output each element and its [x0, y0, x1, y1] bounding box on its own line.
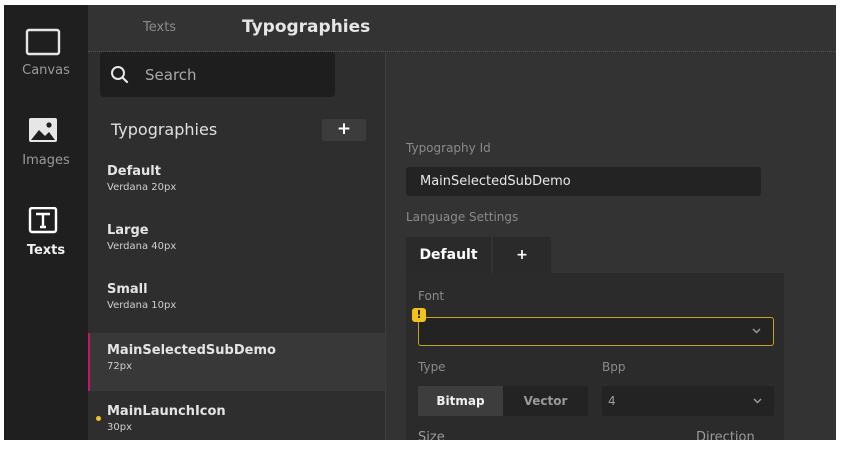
list-item-sub: 72px — [107, 361, 132, 372]
search-icon — [111, 66, 129, 84]
bpp-select[interactable]: 4 — [602, 386, 774, 416]
font-label: Font — [418, 289, 445, 303]
type-segmented-control: Bitmap Vector — [418, 386, 588, 416]
tab-texts[interactable]: Texts — [143, 20, 176, 35]
rail-label-canvas: Canvas — [22, 63, 70, 78]
list-item-name: MainLaunchIcon — [107, 404, 226, 419]
list-item-default[interactable]: Default Verdana 20px — [88, 157, 385, 214]
search-input[interactable]: Search — [100, 52, 335, 97]
type-label: Type — [418, 360, 446, 374]
list-item-name: Default — [107, 164, 161, 179]
rail-item-canvas[interactable]: Canvas — [4, 23, 88, 93]
chevron-down-icon — [753, 398, 762, 404]
list-item-name: Large — [107, 223, 149, 238]
search-placeholder: Search — [145, 66, 197, 84]
canvas-icon — [25, 28, 61, 56]
size-label: Size — [418, 430, 445, 440]
language-panel: Font ! Type Bpp Bitmap Vector 4 Size Dir… — [406, 273, 784, 440]
list-title: Typographies — [111, 120, 218, 139]
list-item-small[interactable]: Small Verdana 10px — [88, 275, 385, 332]
text-icon — [28, 207, 58, 234]
language-settings-label: Language Settings — [406, 210, 519, 224]
tab-typographies[interactable]: Typographies — [242, 17, 370, 37]
list-item-name: Small — [107, 282, 148, 297]
rail-item-texts[interactable]: Texts — [4, 203, 88, 273]
warning-dot — [96, 416, 101, 421]
language-tabs: Default + — [406, 237, 784, 273]
nav-rail: Canvas Images Texts — [4, 5, 88, 440]
type-vector-button[interactable]: Vector — [503, 386, 588, 416]
image-icon — [29, 118, 57, 142]
list-item-sub: 30px — [107, 422, 132, 433]
warning-icon: ! — [412, 308, 426, 322]
app-window: Canvas Images Texts Texts Typographies S… — [4, 5, 836, 440]
list-item-name: MainSelectedSubDemo — [107, 343, 276, 358]
rail-label-texts: Texts — [26, 243, 66, 258]
rail-item-images[interactable]: Images — [4, 113, 88, 183]
typography-id-field[interactable]: MainSelectedSubDemo — [406, 167, 761, 196]
list-item-large[interactable]: Large Verdana 40px — [88, 216, 385, 273]
add-language-button[interactable]: + — [493, 237, 551, 273]
type-bitmap-button[interactable]: Bitmap — [418, 386, 503, 416]
typography-id-label: Typography Id — [406, 141, 491, 155]
list-header: Typographies + — [88, 110, 385, 150]
typography-list-panel: Search Typographies + Default Verdana 20… — [88, 52, 385, 440]
direction-label: Direction — [696, 430, 755, 440]
list-item-sub: Verdana 40px — [107, 241, 177, 252]
rail-label-images: Images — [22, 153, 70, 168]
list-item-mainlaunchicon[interactable]: MainLaunchIcon 30px — [88, 392, 385, 440]
header-bar: Texts Typographies — [88, 5, 836, 52]
font-select[interactable] — [418, 317, 774, 346]
add-typography-button[interactable]: + — [322, 119, 366, 141]
list-item-mainselectedsubdemo[interactable]: MainSelectedSubDemo 72px — [88, 333, 385, 391]
typography-detail-panel: Typography Id MainSelectedSubDemo Langua… — [385, 52, 836, 440]
list-item-sub: Verdana 10px — [107, 300, 177, 311]
chevron-down-icon — [752, 328, 761, 334]
list-item-sub: Verdana 20px — [107, 182, 177, 193]
tab-language-default[interactable]: Default — [406, 237, 491, 273]
bpp-value: 4 — [608, 394, 616, 408]
bpp-label: Bpp — [602, 360, 626, 374]
